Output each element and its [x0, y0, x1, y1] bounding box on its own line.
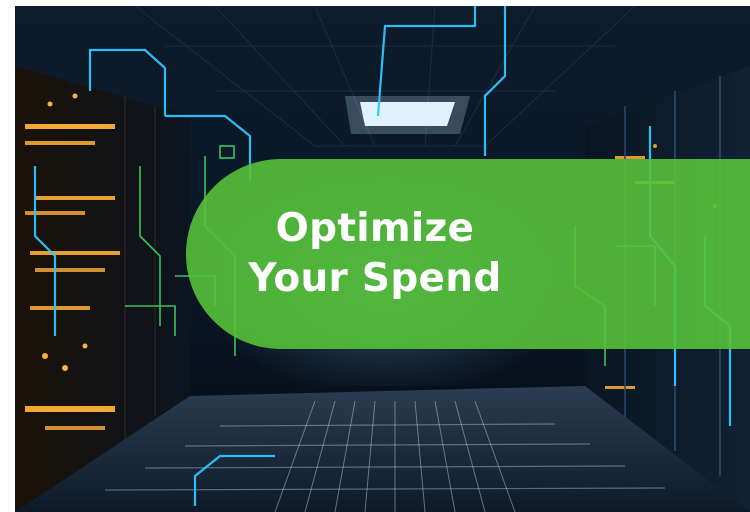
promo-headline: Optimize Your Spend	[186, 159, 564, 349]
headline-line-1: Optimize	[275, 206, 475, 251]
headline-line-2: Your Spend	[248, 256, 502, 301]
promo-image-frame: Optimize Your Spend	[0, 0, 750, 512]
